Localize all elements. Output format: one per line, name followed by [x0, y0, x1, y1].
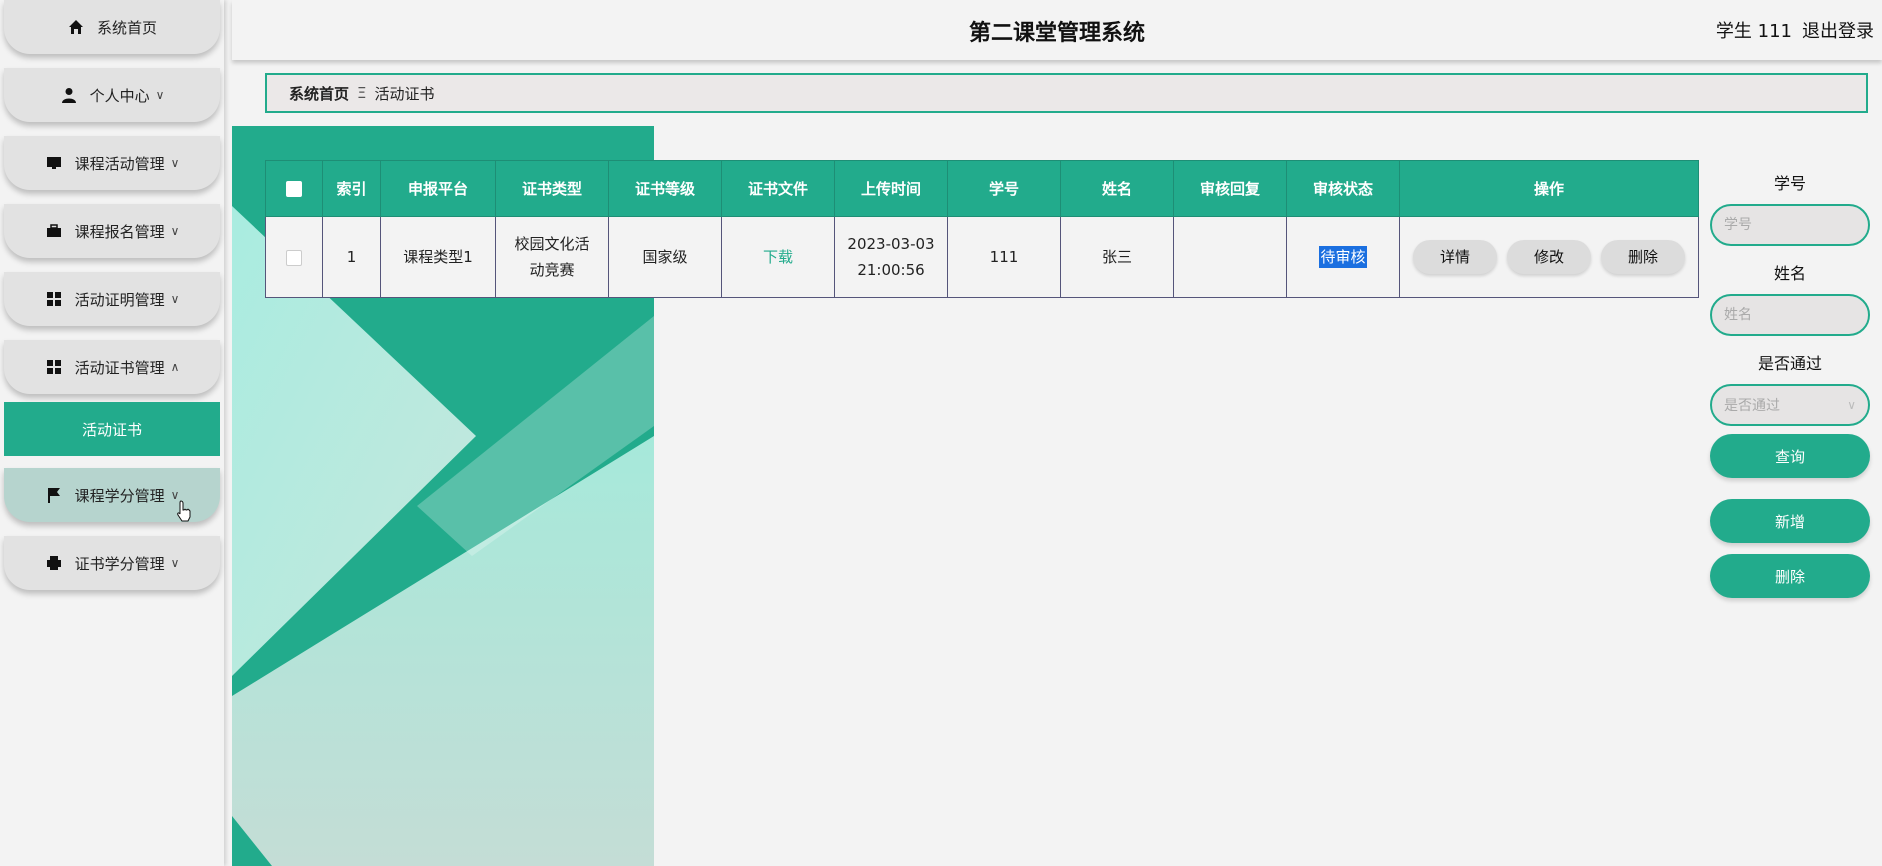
breadcrumb-separator-icon: Ξ — [357, 84, 367, 102]
grid-icon — [45, 358, 63, 376]
breadcrumb-home[interactable]: 系统首页 — [289, 83, 349, 104]
grid-icon — [45, 290, 63, 308]
cell-index: 1 — [322, 216, 381, 298]
breadcrumb: 系统首页 Ξ 活动证书 — [265, 73, 1868, 113]
sidebar-item-activity-proof[interactable]: 活动证明管理 ∨ — [4, 272, 220, 326]
breadcrumb-current: 活动证书 — [374, 84, 435, 103]
select-all-checkbox[interactable] — [286, 181, 302, 197]
sidebar-item-label: 个人中心 — [89, 86, 150, 105]
column-header: 审核回复 — [1173, 160, 1287, 217]
monitor-icon — [45, 154, 63, 172]
sidebar-item-course-activity[interactable]: 课程活动管理 ∨ — [4, 136, 220, 190]
cell-platform: 课程类型1 — [380, 216, 496, 298]
pass-select[interactable]: 是否通过 ∨ — [1710, 384, 1870, 426]
column-header: 索引 — [322, 160, 381, 217]
chevron-down-icon: ∨ — [170, 156, 180, 170]
sidebar-item-label: 证书学分管理 — [74, 554, 165, 573]
home-icon — [67, 18, 85, 36]
student-id-label: 学号 — [1773, 174, 1806, 193]
query-button[interactable]: 查询 — [1710, 434, 1870, 478]
sidebar-item-label: 系统首页 — [96, 18, 157, 37]
printer-icon — [45, 554, 63, 572]
sidebar-item-label: 课程活动管理 — [74, 154, 165, 173]
row-checkbox[interactable] — [286, 249, 302, 266]
column-header: 姓名 — [1060, 160, 1174, 217]
user-area: 学生 111 退出登录 — [1706, 17, 1874, 43]
column-header: 证书等级 — [608, 160, 722, 217]
delete-row-button[interactable]: 删除 — [1601, 240, 1685, 274]
name-label: 姓名 — [1773, 264, 1806, 283]
sidebar-subitem-activity-certificate[interactable]: 活动证书 — [4, 402, 220, 456]
sidebar-item-home[interactable]: 系统首页 — [4, 0, 220, 54]
name-input[interactable] — [1710, 294, 1870, 336]
cell-actions: 详情 修改 删除 — [1399, 216, 1699, 298]
cell-cert-level: 国家级 — [608, 216, 722, 298]
table-header-row: 索引 申报平台 证书类型 证书等级 证书文件 上传时间 学号 姓名 审核回复 审… — [265, 160, 1699, 217]
cell-student-id: 111 — [947, 216, 1061, 298]
top-header: 第二课堂管理系统 学生 111 退出登录 — [232, 0, 1882, 60]
table-row: 1 课程类型1 校园文化活动竞赛 国家级 下载 2023-03-03 21:00… — [265, 216, 1699, 298]
person-icon — [60, 86, 78, 104]
pass-select-value: 是否通过 — [1724, 398, 1780, 414]
sidebar-item-label: 课程学分管理 — [74, 486, 165, 505]
sidebar-item-activity-certificate[interactable]: 活动证书管理 ∧ — [4, 340, 220, 394]
student-id-input[interactable] — [1710, 204, 1870, 246]
chevron-down-icon: ∨ — [170, 556, 180, 570]
add-button[interactable]: 新增 — [1710, 499, 1870, 543]
user-name: 学生 111 — [1715, 21, 1792, 42]
search-panel: 学号 姓名 是否通过 是否通过 ∨ 查询 新增 删除 — [1710, 170, 1870, 598]
sidebar-item-label: 课程报名管理 — [74, 222, 165, 241]
chevron-up-icon: ∧ — [170, 360, 180, 374]
sidebar-item-label: 活动证书管理 — [74, 358, 165, 377]
hand-cursor-icon — [176, 500, 192, 526]
column-header: 证书文件 — [721, 160, 835, 217]
download-link[interactable]: 下载 — [763, 248, 793, 266]
cell-name: 张三 — [1060, 216, 1174, 298]
sidebar-item-certificate-credit[interactable]: 证书学分管理 ∨ — [4, 536, 220, 590]
sidebar-item-course-signup[interactable]: 课程报名管理 ∨ — [4, 204, 220, 258]
sidebar: 系统首页 个人中心 ∨ 课程活动管理 ∨ 课程报名管理 ∨ 活动证明管理 ∨ 活… — [0, 0, 224, 866]
pass-label: 是否通过 — [1757, 354, 1822, 373]
cell-reply — [1173, 216, 1287, 298]
column-header: 证书类型 — [495, 160, 609, 217]
column-header: 审核状态 — [1286, 160, 1400, 217]
column-header: 申报平台 — [380, 160, 496, 217]
certificate-table: 索引 申报平台 证书类型 证书等级 证书文件 上传时间 学号 姓名 审核回复 审… — [265, 160, 1699, 298]
chevron-down-icon: ∨ — [1847, 398, 1856, 412]
app-title: 第二课堂管理系统 — [968, 21, 1145, 46]
status-badge: 待审核 — [1319, 246, 1367, 268]
column-header: 操作 — [1399, 160, 1699, 217]
flag-icon — [45, 486, 63, 504]
detail-button[interactable]: 详情 — [1413, 240, 1497, 274]
chevron-down-icon: ∨ — [170, 292, 180, 306]
logout-link[interactable]: 退出登录 — [1802, 21, 1874, 42]
column-header: 学号 — [947, 160, 1061, 217]
briefcase-icon — [45, 222, 63, 240]
chevron-down-icon: ∨ — [155, 88, 165, 102]
delete-button[interactable]: 删除 — [1710, 554, 1870, 598]
sidebar-item-personal-center[interactable]: 个人中心 ∨ — [4, 68, 220, 122]
chevron-down-icon: ∨ — [170, 224, 180, 238]
edit-button[interactable]: 修改 — [1507, 240, 1591, 274]
cell-cert-type: 校园文化活动竞赛 — [495, 216, 609, 298]
cell-status: 待审核 — [1286, 216, 1400, 298]
sidebar-item-label: 活动证明管理 — [74, 290, 165, 309]
column-header: 上传时间 — [834, 160, 948, 217]
cell-file: 下载 — [721, 216, 835, 298]
row-select-cell — [265, 216, 323, 298]
cell-upload-time: 2023-03-03 21:00:56 — [834, 216, 948, 298]
select-all-header — [265, 160, 323, 217]
